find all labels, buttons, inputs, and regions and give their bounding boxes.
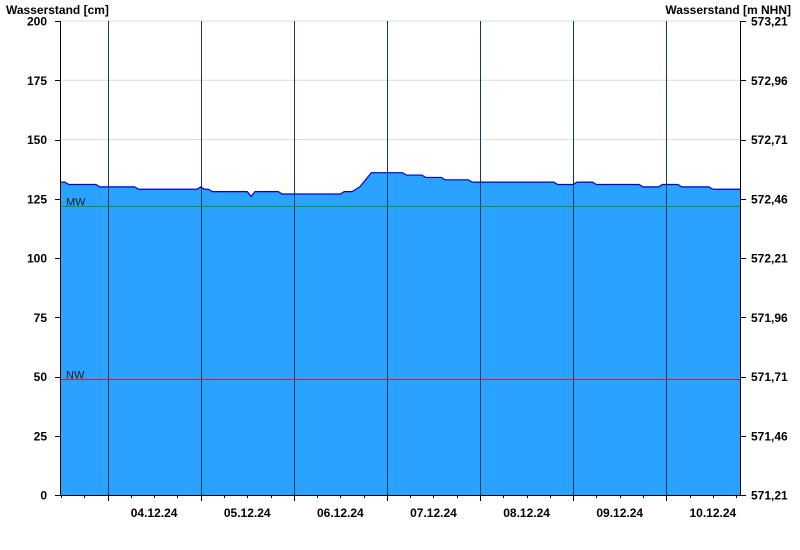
x-tick-label: 05.12.24 <box>224 506 271 520</box>
right-tick-label: 571,71 <box>751 370 788 384</box>
left-tick-label: 100 <box>27 252 47 266</box>
x-tick-label: 09.12.24 <box>596 506 643 520</box>
water-level-area <box>61 172 740 495</box>
x-tick-labels: 04.12.24 05.12.24 06.12.24 07.12.24 08.12.24… <box>131 506 737 520</box>
x-tick-label: 04.12.24 <box>131 506 178 520</box>
left-tick-label: 200 <box>27 15 47 29</box>
reference-label-mw: MW <box>66 197 86 209</box>
right-tick-labels: 571,21 571,46 571,71 571,96 572,21 572,46 572,… <box>751 15 788 503</box>
left-tick-label: 125 <box>27 192 47 206</box>
x-tick-label: 06.12.24 <box>317 506 364 520</box>
right-tick-label: 571,96 <box>751 311 788 325</box>
x-tick-label: 07.12.24 <box>410 506 457 520</box>
x-tick-label: 08.12.24 <box>503 506 550 520</box>
right-tick-label: 573,21 <box>751 15 788 29</box>
water-level-fill <box>61 172 740 495</box>
left-tick-label: 50 <box>34 370 48 384</box>
left-tick-label: 175 <box>27 74 47 88</box>
right-tick-label: 571,21 <box>751 489 788 503</box>
right-tick-label: 572,71 <box>751 133 788 147</box>
left-tick-label: 0 <box>40 489 47 503</box>
x-tick-label: 10.12.24 <box>689 506 736 520</box>
left-tick-label: 150 <box>27 133 47 147</box>
right-tick-label: 572,46 <box>751 192 788 206</box>
right-tick-label: 572,21 <box>751 252 788 266</box>
right-tick-label: 571,46 <box>751 429 788 443</box>
left-tick-label: 75 <box>34 311 48 325</box>
water-level-chart: Wasserstand [cm] Wasserstand [m NHN] MWN… <box>6 3 791 520</box>
left-axis-title: Wasserstand [cm] <box>6 3 109 17</box>
reference-label-nw: NW <box>66 370 85 382</box>
left-tick-labels: 0 25 50 75 100 125 150 175 200 <box>27 15 47 503</box>
left-tick-label: 25 <box>34 429 48 443</box>
right-tick-label: 572,96 <box>751 74 788 88</box>
